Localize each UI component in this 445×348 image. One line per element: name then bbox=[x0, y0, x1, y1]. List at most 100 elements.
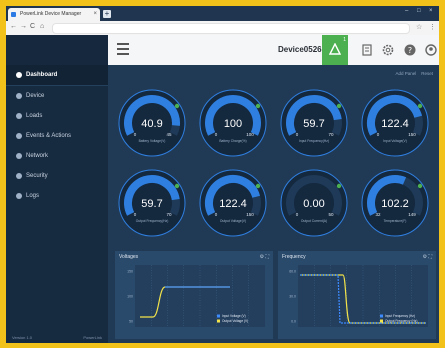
hamburger-menu-icon[interactable] bbox=[117, 43, 129, 55]
gauge-label: Output Voltage(V) bbox=[220, 219, 246, 223]
gauge-label: Output Current(A) bbox=[301, 219, 327, 223]
y-tick-label: 30.0 bbox=[289, 295, 296, 299]
status-dot bbox=[417, 103, 423, 109]
dashboard-main: Add Panel Reset 40.9 0 45 Battery Voltage(V… bbox=[108, 65, 439, 343]
voltages-chart: 150 100 50 Input Voltage (V)Output Voltage … bbox=[127, 265, 265, 327]
reset-link[interactable]: Reset bbox=[421, 71, 433, 76]
reload-icon[interactable]: C bbox=[30, 23, 35, 30]
favicon-icon bbox=[11, 12, 16, 17]
version-text: Version 1.0 bbox=[12, 335, 33, 340]
document-icon[interactable] bbox=[360, 43, 374, 57]
alarm-icon bbox=[329, 43, 341, 55]
browser-menu-icon[interactable]: ⋮ bbox=[429, 23, 436, 31]
sidebar-item-label: Device bbox=[26, 93, 45, 99]
app-header: Device0526 1 ? bbox=[6, 35, 439, 66]
legend-swatch bbox=[217, 314, 220, 318]
gauge-max: 70 bbox=[166, 212, 172, 217]
home-icon[interactable]: ⌂ bbox=[40, 23, 44, 30]
gauge-min: 32 bbox=[375, 212, 381, 217]
gauge-max: 45 bbox=[166, 132, 172, 137]
back-icon[interactable]: ← bbox=[10, 23, 17, 30]
sidebar-item-label: Security bbox=[26, 173, 48, 179]
browser-window: PowerLink Device Manager × + – □ × ← → C… bbox=[6, 6, 439, 343]
gauge-max: 150 bbox=[246, 212, 254, 217]
events-icon bbox=[16, 133, 22, 139]
status-dot bbox=[255, 183, 261, 189]
gauge-max: 149 bbox=[408, 212, 416, 217]
gauge-value: 59.7 bbox=[141, 198, 162, 210]
legend-label: Output Frequency (Hz) bbox=[385, 319, 417, 323]
status-dot bbox=[255, 103, 261, 109]
gauge-value: 122.4 bbox=[381, 118, 409, 130]
gauge-max: 150 bbox=[408, 132, 416, 137]
tab-title: PowerLink Device Manager bbox=[20, 11, 82, 17]
gauge-value: 59.7 bbox=[303, 118, 324, 130]
gauge-label: Input Voltage(V) bbox=[383, 139, 407, 143]
gauge-label: Battery Charge(%) bbox=[219, 139, 246, 143]
browser-tab[interactable]: PowerLink Device Manager × bbox=[8, 8, 100, 21]
gauge-label: Input Frequency(Hz) bbox=[299, 139, 329, 143]
sidebar: Dashboard Device Loads Events & Actions … bbox=[6, 65, 108, 343]
alarm-count-badge: 1 bbox=[343, 37, 346, 43]
help-icon[interactable]: ? bbox=[403, 43, 417, 57]
gauge: 40.9 0 45 Battery Voltage(V) bbox=[118, 89, 186, 157]
top-links: Add Panel Reset bbox=[395, 71, 433, 76]
loads-icon bbox=[16, 113, 22, 119]
tab-bar: PowerLink Device Manager × + – □ × bbox=[6, 6, 439, 21]
y-tick-label: 50 bbox=[129, 320, 133, 324]
gauge: 59.7 0 70 Input Frequency(Hz) bbox=[280, 89, 348, 157]
user-icon[interactable] bbox=[424, 43, 438, 57]
gauge: 59.7 0 70 Output Frequency(Hz) bbox=[118, 169, 186, 237]
legend-label: Output Voltage (V) bbox=[222, 319, 248, 323]
status-dot bbox=[417, 183, 423, 189]
sidebar-item-events-actions[interactable]: Events & Actions bbox=[6, 126, 108, 146]
gauge: 100 0 100 Battery Charge(%) bbox=[199, 89, 267, 157]
sidebar-item-loads[interactable]: Loads bbox=[6, 106, 108, 126]
status-dot bbox=[336, 183, 342, 189]
minimize-icon[interactable]: – bbox=[405, 8, 408, 14]
y-tick-label: 150 bbox=[127, 270, 133, 274]
device-name: Device0526 bbox=[278, 45, 322, 54]
gauge-max: 100 bbox=[246, 132, 254, 137]
legend-swatch bbox=[380, 319, 383, 323]
sidebar-item-label: Logs bbox=[26, 193, 40, 199]
gauge-label: Output Frequency(Hz) bbox=[136, 219, 169, 223]
gauge-max: 50 bbox=[328, 212, 334, 217]
gauge: 122.4 0 150 Output Voltage(V) bbox=[199, 169, 267, 237]
sidebar-item-label: Network bbox=[26, 153, 49, 159]
gauge-label: Battery Voltage(V) bbox=[139, 139, 166, 143]
gauge-value: 122.4 bbox=[219, 198, 247, 210]
svg-text:?: ? bbox=[408, 46, 412, 55]
address-bar: ← → C ⌂ ☆ ⋮ bbox=[6, 21, 439, 36]
sidebar-item-security[interactable]: Security bbox=[6, 166, 108, 186]
sidebar-item-device[interactable]: Device bbox=[6, 86, 108, 106]
device-icon bbox=[16, 93, 22, 99]
sidebar-item-dashboard[interactable]: Dashboard bbox=[6, 65, 108, 85]
tab-close-icon[interactable]: × bbox=[93, 8, 97, 21]
maximize-icon[interactable]: □ bbox=[417, 8, 421, 14]
network-icon bbox=[16, 153, 22, 159]
gauge: 102.2 32 149 Temperature(F) bbox=[361, 169, 429, 237]
url-input[interactable] bbox=[52, 23, 410, 34]
close-window-icon[interactable]: × bbox=[429, 8, 433, 14]
y-tick-label: 100 bbox=[127, 295, 133, 299]
sidebar-item-network[interactable]: Network bbox=[6, 146, 108, 166]
gear-icon[interactable] bbox=[381, 43, 395, 57]
legend-label: Input Voltage (V) bbox=[222, 314, 246, 318]
y-tick-label: 0.0 bbox=[291, 320, 296, 324]
add-panel-link[interactable]: Add Panel bbox=[395, 71, 416, 76]
bookmark-star-icon[interactable]: ☆ bbox=[416, 23, 422, 31]
new-tab-button[interactable]: + bbox=[103, 10, 111, 18]
sidebar-item-label: Events & Actions bbox=[26, 133, 72, 139]
frequency-chart: 60.0 30.0 0.0 Input Frequency (Hz)Output Fr… bbox=[289, 265, 428, 327]
voltages-chart-panel: Voltages ⚙ ⛶ 150 100 50 Input Voltage (V) Ou… bbox=[115, 251, 273, 339]
legend-swatch bbox=[380, 314, 383, 318]
legend-swatch bbox=[217, 319, 220, 323]
gauge-value: 100 bbox=[224, 118, 242, 130]
sidebar-item-logs[interactable]: Logs bbox=[6, 186, 108, 206]
alarm-button[interactable]: 1 bbox=[322, 35, 348, 65]
forward-icon[interactable]: → bbox=[20, 23, 27, 30]
logs-icon bbox=[16, 193, 22, 199]
frequency-chart-panel: Frequency ⚙ ⛶ 60.0 30.0 0.0 Input Frequency… bbox=[278, 251, 436, 339]
y-tick-label: 60.0 bbox=[289, 270, 296, 274]
